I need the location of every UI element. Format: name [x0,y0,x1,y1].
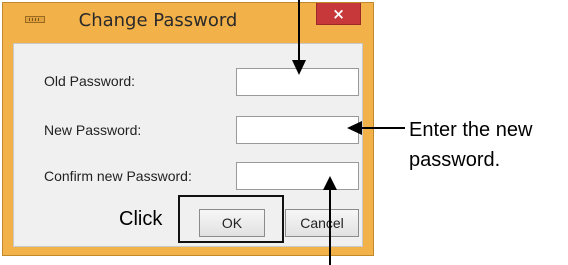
confirm-password-field[interactable] [236,162,359,190]
click-annotation: Click [119,208,163,230]
old-password-label: Old Password: [44,73,136,89]
ok-button-highlight [178,195,284,243]
new-password-label: New Password: [44,122,142,138]
new-password-field[interactable] [236,116,359,144]
password-annotation: password. [409,149,501,171]
enter-new-annotation: Enter the new [409,119,533,141]
close-button[interactable]: × [316,3,361,25]
dialog-title: Change Password [78,10,238,31]
old-password-field[interactable] [236,68,359,96]
confirm-password-label: Confirm new Password: [44,168,192,184]
title-bar[interactable]: Change Password × [3,3,373,35]
cancel-button[interactable]: Cancel [285,209,359,237]
